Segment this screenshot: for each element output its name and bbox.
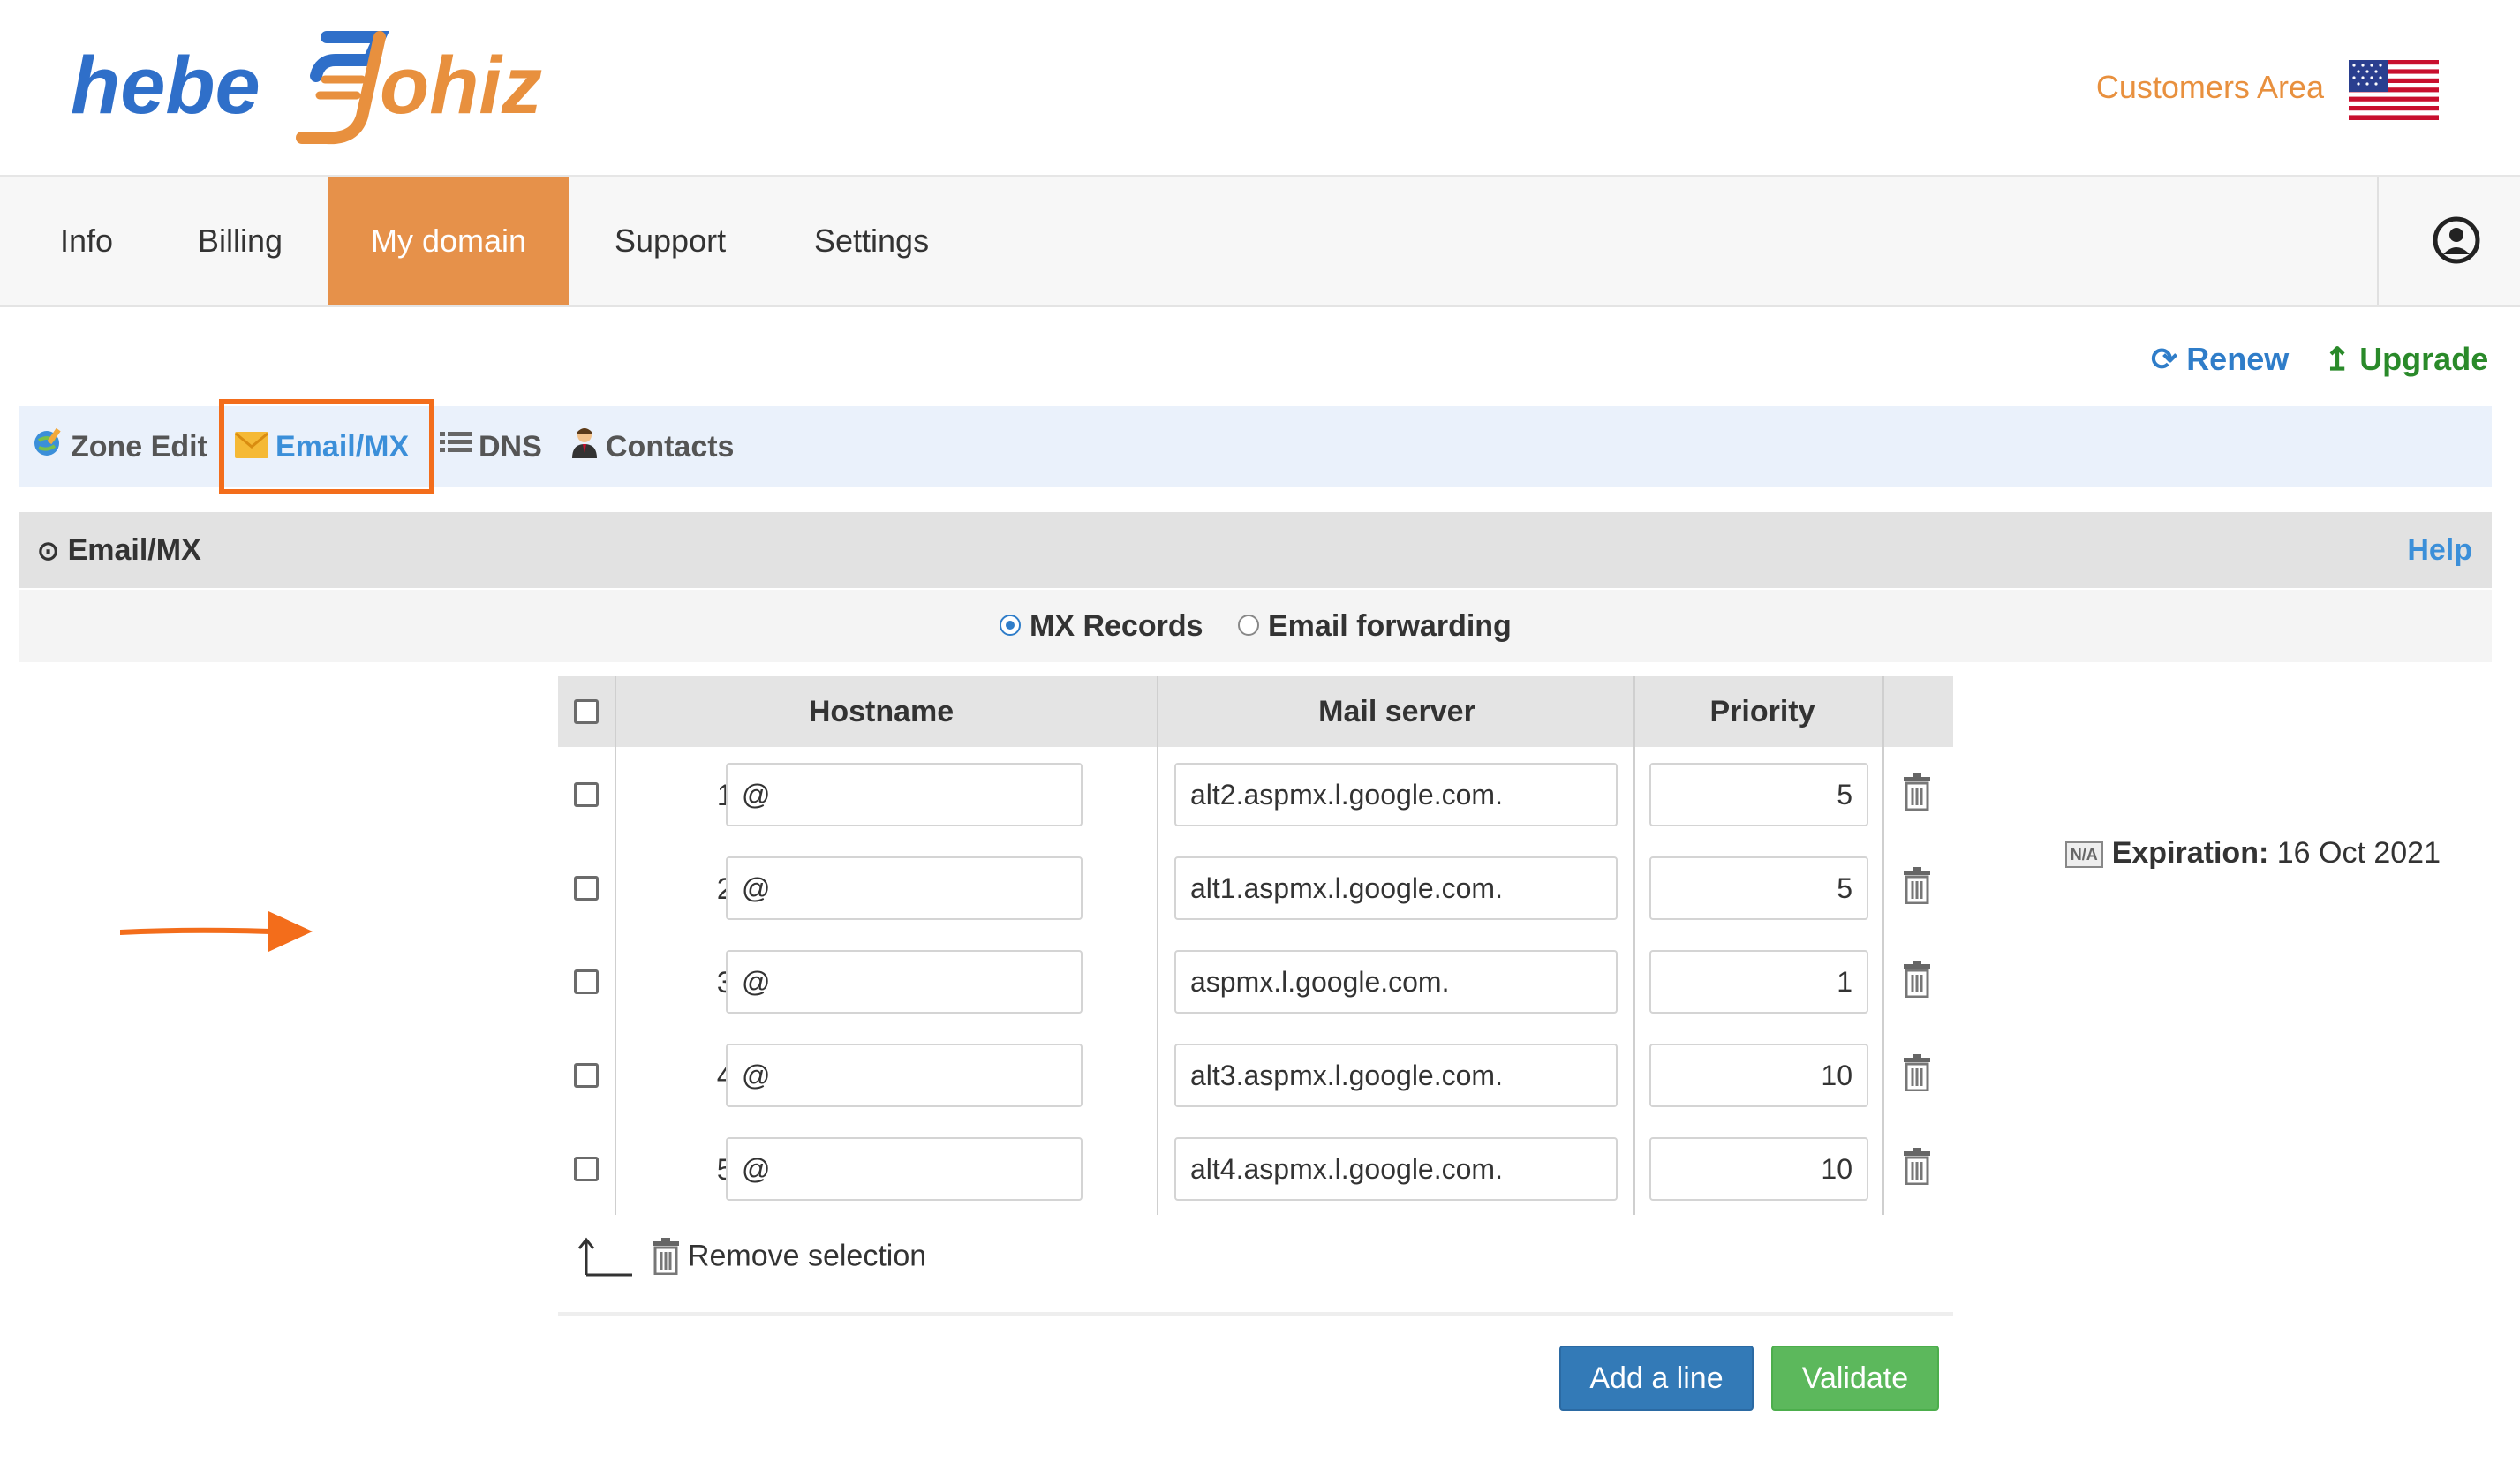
hostname-field[interactable]: @ (726, 1137, 1083, 1201)
table-row: 5- @ alt4.aspmx.l.google.com. 10 (558, 1121, 1953, 1215)
svg-text:ohiz: ohiz (380, 41, 542, 131)
remove-selection[interactable]: Remove selection (574, 1236, 926, 1289)
target-icon: ⊙ (37, 537, 60, 567)
row-checkbox[interactable] (574, 782, 599, 807)
hostname-field[interactable]: @ (726, 763, 1083, 826)
subnav-label: Contacts (606, 430, 735, 464)
trash-icon[interactable] (1904, 1148, 1930, 1186)
mode-selector: MX Records Email forwarding (19, 590, 2492, 662)
subnav-label: Zone Edit (71, 430, 207, 464)
trash-icon[interactable] (1904, 1054, 1930, 1092)
radio-label: MX Records (1030, 609, 1203, 643)
column-header-hostname: Hostname (808, 695, 954, 728)
upgrade-link[interactable]: ↥ Upgrade (2324, 341, 2488, 378)
trash-icon[interactable] (1904, 961, 1930, 999)
subnav-item-contacts[interactable]: Contacts (570, 406, 734, 487)
row-checkbox[interactable] (574, 876, 599, 901)
renew-label: Renew (2186, 341, 2290, 377)
mail-server-field[interactable]: alt4.aspmx.l.google.com. (1174, 1137, 1618, 1201)
row-checkbox[interactable] (574, 1063, 599, 1088)
table-header: Hostname Mail server Priority (558, 676, 1953, 747)
nav-item-billing[interactable]: Billing (157, 177, 323, 305)
column-header-priority: Priority (1709, 695, 1815, 728)
priority-field[interactable]: 10 (1649, 1044, 1868, 1107)
subnav-item-dns[interactable]: DNS (440, 406, 542, 487)
subnav-item-zone-edit[interactable]: Zone Edit (32, 406, 207, 487)
arrow-up-icon: ↥ (2324, 341, 2351, 377)
nav-item-settings[interactable]: Settings (773, 177, 970, 305)
radio-selected-icon (1000, 615, 1021, 637)
table-row: 2- @ alt1.aspmx.l.google.com. 5 (558, 841, 1953, 934)
remove-selection-label: Remove selection (687, 1239, 927, 1273)
corner-arrow-icon (577, 1237, 632, 1277)
nav-item-info[interactable]: Info (19, 177, 154, 305)
radio-mx-records[interactable]: MX Records (1000, 590, 1203, 662)
panel-title: ⊙ Email/MX (37, 512, 201, 590)
mail-server-field[interactable]: alt1.aspmx.l.google.com. (1174, 856, 1618, 920)
svg-text:hebe: hebe (71, 41, 260, 131)
globe-pencil-icon (32, 408, 64, 489)
mail-server-field[interactable]: alt3.aspmx.l.google.com. (1174, 1044, 1618, 1107)
table-row: 1- @ alt2.aspmx.l.google.com. 5 (558, 747, 1953, 841)
table-row: 3- @ aspmx.l.google.com. 1 (558, 934, 1953, 1028)
row-checkbox[interactable] (574, 969, 599, 994)
annotation-highlight-box (219, 399, 434, 494)
priority-field[interactable]: 1 (1649, 950, 1868, 1014)
hostname-field[interactable]: @ (726, 1044, 1083, 1107)
validate-button[interactable]: Validate (1771, 1346, 1939, 1411)
customers-area-link[interactable]: Customers Area (2096, 69, 2324, 106)
nav-item-my-domain[interactable]: My domain (328, 177, 569, 305)
header: hebe ohiz Customers Area (0, 0, 2520, 177)
expiration-value: 16 Oct 2021 (2276, 836, 2441, 870)
person-icon (570, 408, 599, 489)
expiration-info: N/A Expiration: 16 Oct 2021 (2064, 812, 2441, 894)
priority-field[interactable]: 10 (1649, 1137, 1868, 1201)
refresh-icon: ⟳ (2151, 341, 2178, 377)
help-link[interactable]: Help (2407, 512, 2472, 588)
logo[interactable]: hebe ohiz (71, 25, 565, 148)
annotation-arrow-icon (117, 909, 314, 954)
priority-field[interactable]: 5 (1649, 856, 1868, 920)
trash-icon[interactable] (1904, 867, 1930, 905)
list-icon (440, 408, 472, 489)
table-bottom-divider (558, 1312, 1953, 1316)
nav-item-support[interactable]: Support (574, 177, 766, 305)
select-all-checkbox[interactable] (574, 699, 599, 724)
renew-link[interactable]: ⟳ Renew (2151, 341, 2289, 378)
panel-title-text: Email/MX (67, 533, 201, 567)
row-checkbox[interactable] (574, 1157, 599, 1181)
us-flag-icon[interactable] (2349, 60, 2439, 120)
trash-icon[interactable] (1904, 773, 1930, 811)
radio-unselected-icon (1238, 615, 1259, 637)
priority-field[interactable]: 5 (1649, 763, 1868, 826)
table-row: 4- @ alt3.aspmx.l.google.com. 10 (558, 1028, 1953, 1121)
hostname-field[interactable]: @ (726, 856, 1083, 920)
main-nav: Info Billing My domain Support Settings (0, 177, 2520, 307)
radio-label: Email forwarding (1268, 609, 1512, 643)
hostname-field[interactable]: @ (726, 950, 1083, 1014)
na-badge: N/A (2064, 841, 2103, 869)
nav-divider (2377, 177, 2379, 305)
expiration-label: Expiration: (2111, 836, 2269, 870)
add-line-button[interactable]: Add a line (1559, 1346, 1754, 1411)
radio-email-forwarding[interactable]: Email forwarding (1238, 590, 1512, 662)
upgrade-label: Upgrade (2359, 341, 2489, 377)
mail-server-field[interactable]: alt2.aspmx.l.google.com. (1174, 763, 1618, 826)
subnav-label: DNS (479, 430, 542, 464)
user-circle-icon[interactable] (2430, 214, 2483, 267)
trash-icon (653, 1238, 680, 1276)
column-header-mail-server: Mail server (1318, 695, 1475, 728)
mail-server-field[interactable]: aspmx.l.google.com. (1174, 950, 1618, 1014)
panel-header: ⊙ Email/MX Help (19, 512, 2492, 588)
